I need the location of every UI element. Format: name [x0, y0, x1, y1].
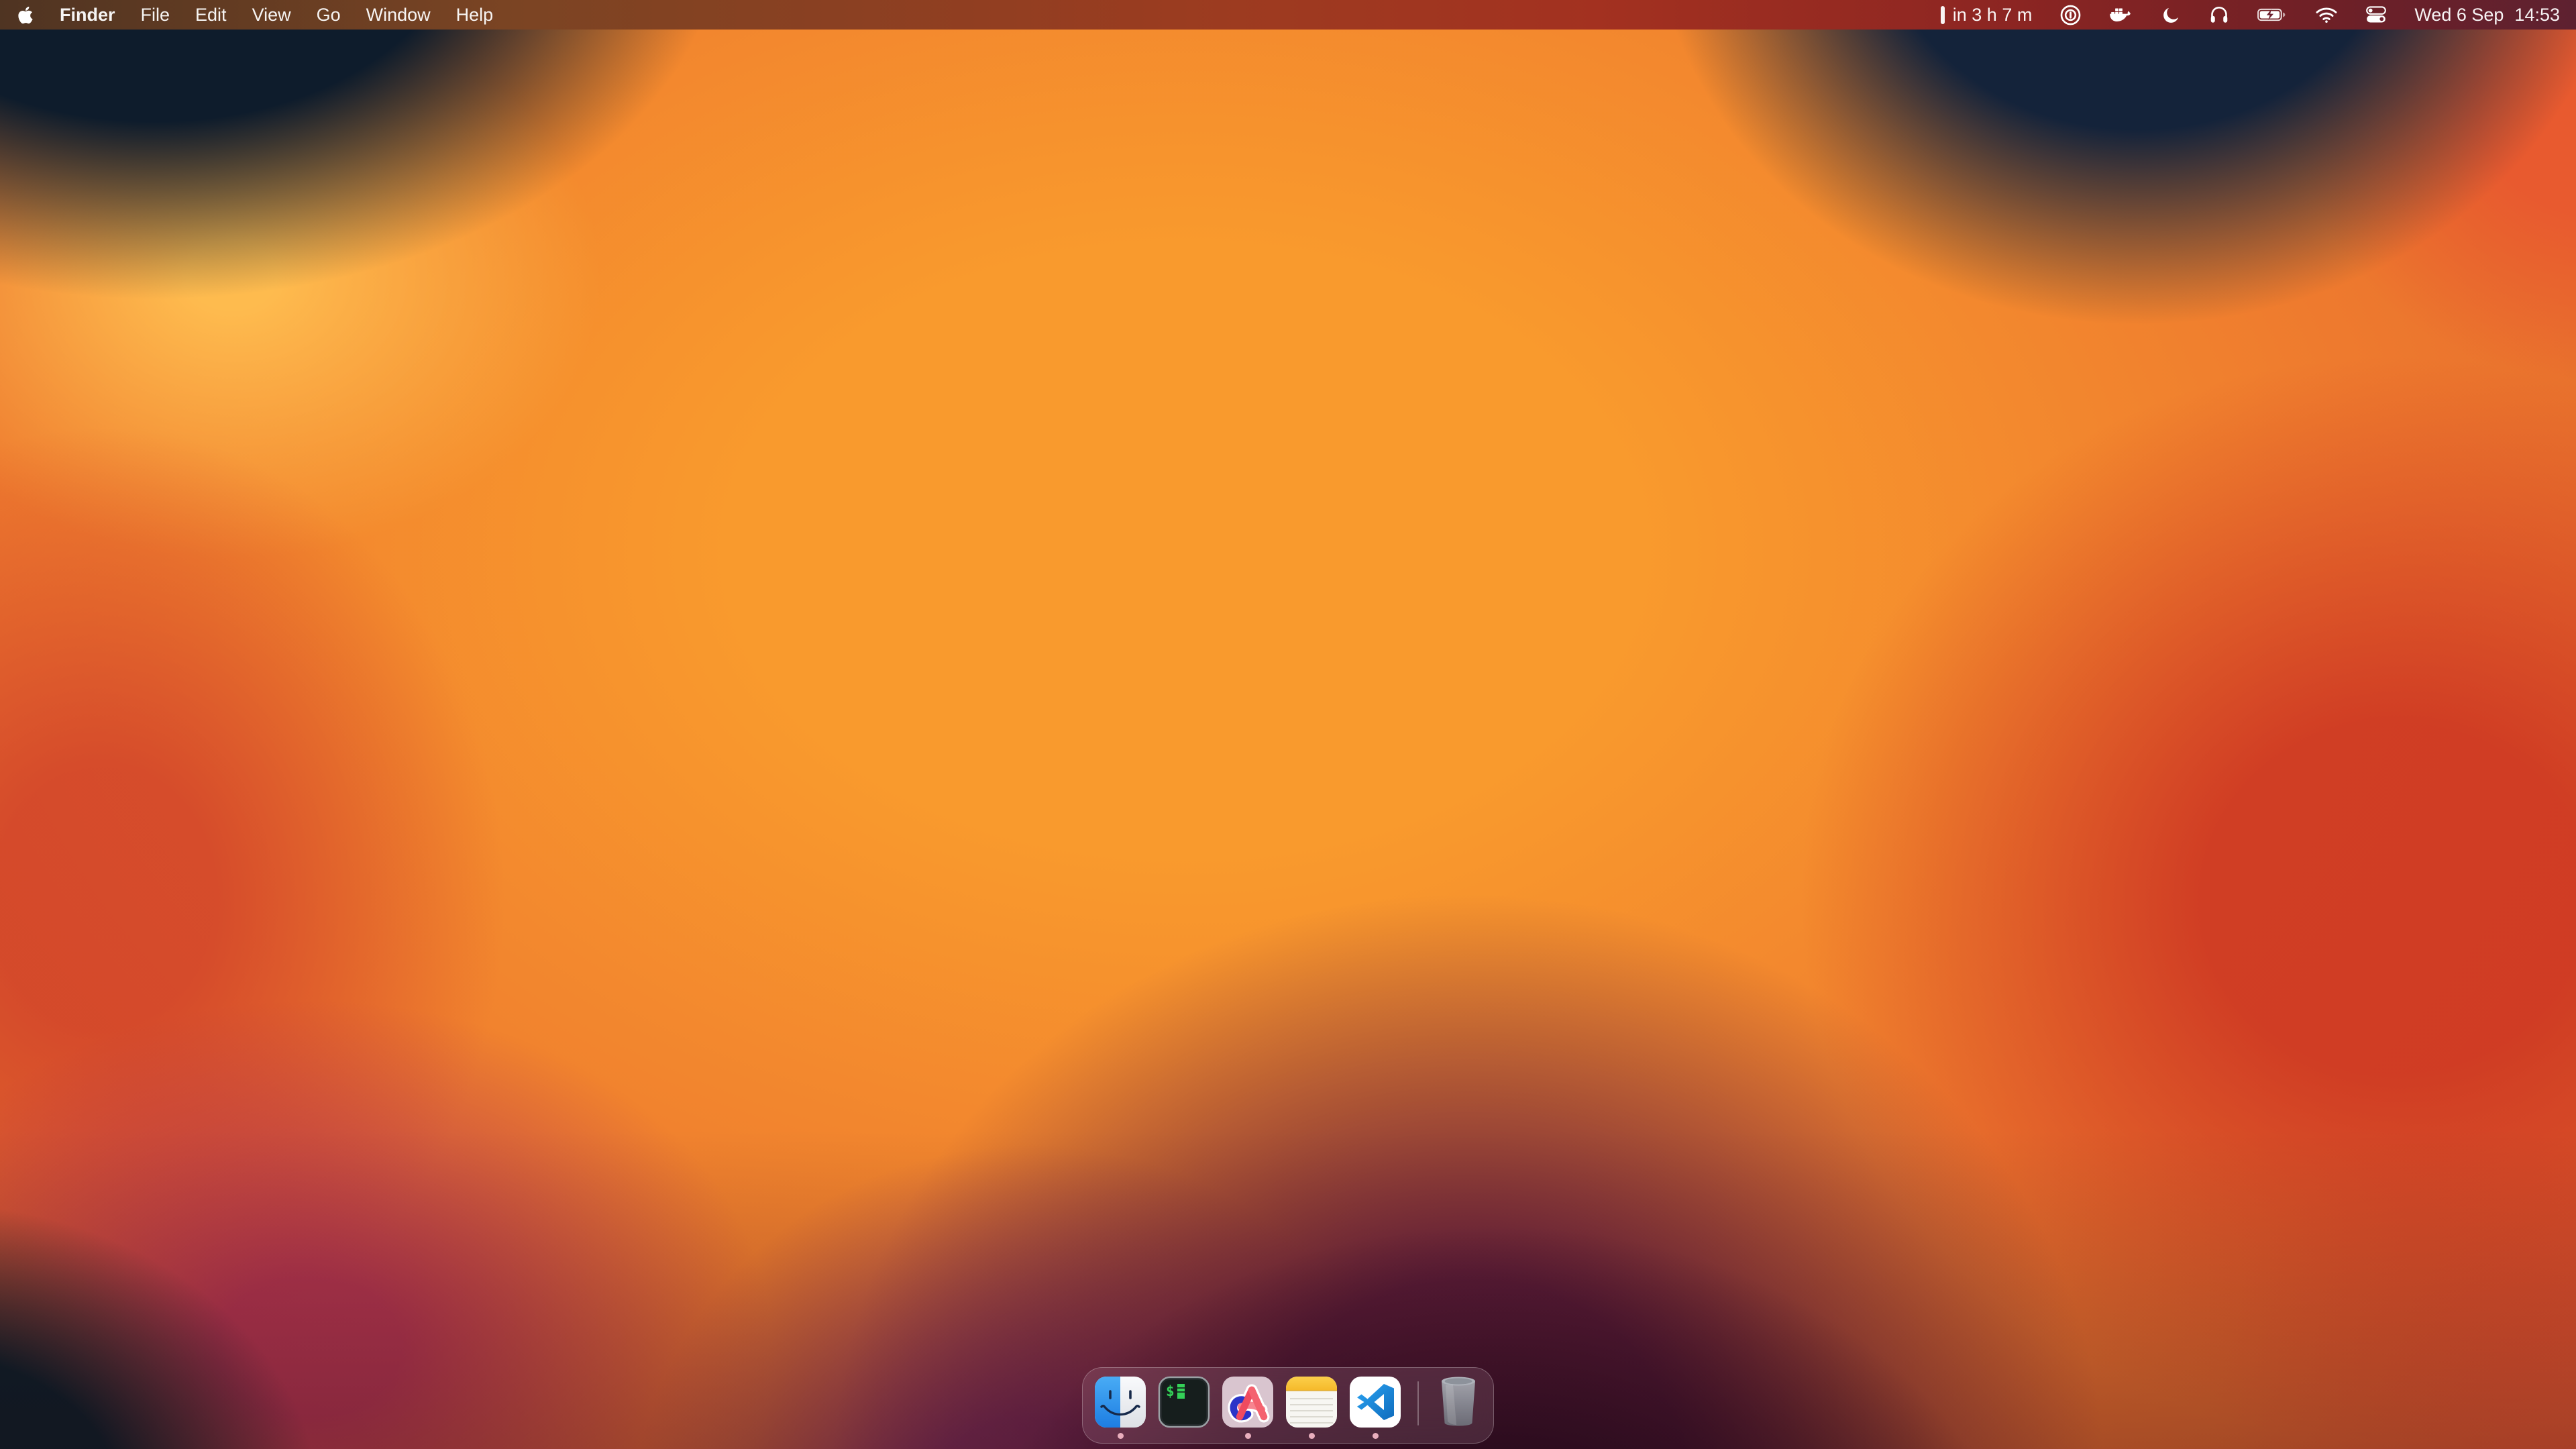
menu-active-app[interactable]: Finder [47, 0, 128, 30]
headphones-icon[interactable] [2209, 0, 2229, 30]
dock-terminal[interactable]: $ [1157, 1375, 1211, 1440]
control-center-icon[interactable] [2366, 0, 2386, 30]
desktop-wallpaper [0, 0, 2576, 1449]
wifi-icon[interactable] [2315, 0, 2338, 30]
menubar-clock[interactable]: Wed 6 Sep 14:53 [2414, 0, 2560, 30]
apple-logo-icon [17, 5, 34, 25]
running-indicator [1373, 1433, 1379, 1439]
notes-icon [1285, 1375, 1338, 1429]
dock-separator [1417, 1381, 1419, 1426]
timer-text: in 3 h 7 m [1953, 5, 2033, 25]
menu-go[interactable]: Go [304, 0, 354, 30]
menu-bar: Finder File Edit View Go Window Help in … [0, 0, 2576, 30]
svg-text:$: $ [1166, 1383, 1175, 1399]
timer-bar-icon [1941, 6, 1945, 24]
vscode-icon [1348, 1375, 1402, 1429]
onepassword-keyhole-icon[interactable] [2060, 0, 2081, 30]
running-indicator [1245, 1433, 1251, 1439]
dock-arc-browser[interactable] [1221, 1375, 1275, 1440]
menu-window[interactable]: Window [354, 0, 443, 30]
apple-menu[interactable] [17, 0, 47, 30]
menu-help[interactable]: Help [443, 0, 506, 30]
dock-finder[interactable] [1093, 1375, 1147, 1440]
clock-time: 14:53 [2514, 5, 2560, 25]
menu-edit[interactable]: Edit [182, 0, 239, 30]
timer-status[interactable]: in 3 h 7 m [1941, 0, 2033, 30]
running-indicator [1309, 1433, 1315, 1439]
docker-whale-icon[interactable] [2109, 0, 2133, 30]
dock-trash[interactable] [1434, 1375, 1483, 1441]
arc-browser-icon [1221, 1375, 1275, 1429]
clock-date: Wed 6 Sep [2414, 5, 2504, 25]
moon-focus-icon[interactable] [2161, 0, 2181, 30]
dock-vscode[interactable] [1348, 1375, 1402, 1440]
menu-file[interactable]: File [128, 0, 183, 30]
trash-icon [1434, 1375, 1483, 1430]
terminal-icon: $ [1157, 1375, 1211, 1429]
finder-icon [1093, 1375, 1147, 1429]
desktop: Finder File Edit View Go Window Help in … [0, 0, 2576, 1449]
dock-notes[interactable] [1285, 1375, 1338, 1440]
running-indicator [1118, 1433, 1124, 1439]
dock: $ [1082, 1367, 1494, 1444]
battery-charging-icon[interactable] [2257, 0, 2287, 30]
menu-view[interactable]: View [239, 0, 304, 30]
